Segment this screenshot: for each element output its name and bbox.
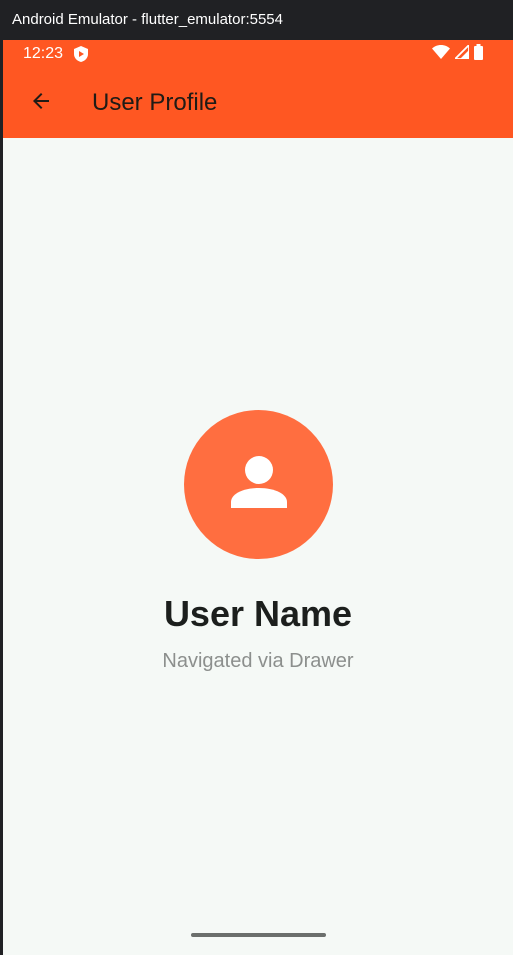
user-name: User Name	[163, 593, 353, 634]
emulator-window: Android Emulator - flutter_emulator:5554…	[0, 0, 513, 955]
wifi-icon	[432, 44, 450, 64]
arrow-back-icon	[29, 89, 53, 118]
app-bar: User Profile	[3, 68, 513, 138]
status-icons	[432, 42, 483, 65]
window-title: Android Emulator - flutter_emulator:5554	[0, 0, 513, 40]
gesture-nav-handle[interactable]	[191, 933, 326, 937]
page-title: User Profile	[92, 89, 218, 116]
back-button[interactable]	[17, 79, 65, 127]
profile-content: User Name Navigated via Drawer	[3, 138, 513, 955]
shield-icon	[74, 46, 88, 62]
status-bar: 12:23	[3, 40, 513, 68]
avatar	[184, 410, 333, 559]
status-time: 12:23	[23, 45, 64, 62]
battery-icon	[474, 43, 483, 65]
user-subtitle: Navigated via Drawer	[162, 650, 354, 672]
person-icon	[227, 450, 291, 519]
signal-icon	[452, 42, 470, 64]
device-screen: 12:23 User Profile User Name Navigated v…	[3, 40, 513, 955]
